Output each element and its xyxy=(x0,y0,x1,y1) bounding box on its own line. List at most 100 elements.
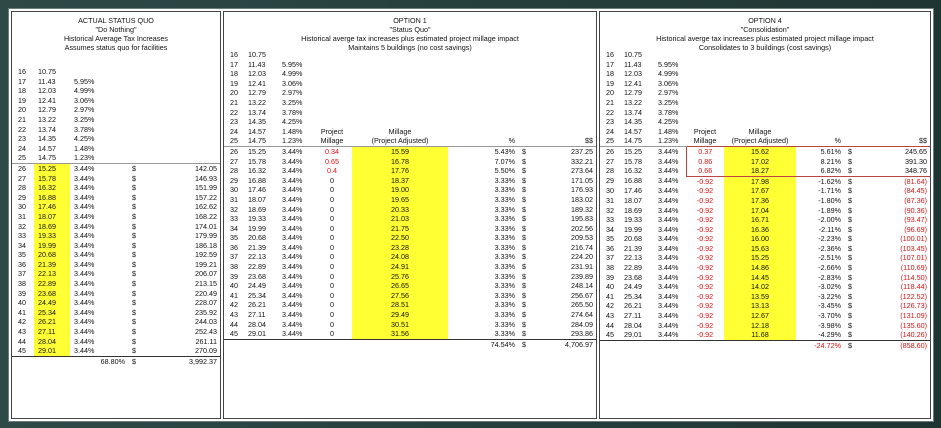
projected-value-cell: 23.68 xyxy=(248,271,266,281)
dollar-sign-cell: $ xyxy=(522,300,526,310)
project-adjusted-header: (Project Adjusted) xyxy=(371,136,429,146)
dollar-amount-cell: 237.25 xyxy=(530,145,596,157)
projection-row: 41 25.34 3.44% $235.92 xyxy=(12,307,220,318)
percent-cell: 3.06% xyxy=(282,78,303,88)
change-percent-cell: 3.33% xyxy=(494,214,515,224)
year-cell: 37 xyxy=(606,253,614,263)
projection-row: 32 18.69 3.44% $174.01 xyxy=(12,221,220,232)
projection-row: 28 16.32 3.44% 0.66 18.27 6.82% $348.76 xyxy=(600,166,930,177)
dollar-sign-cell: $ xyxy=(132,202,136,212)
dollar-amount-cell: 168.22 xyxy=(195,211,217,221)
value-cell: 14.35 xyxy=(38,134,56,144)
blank-cell xyxy=(140,115,220,125)
adjusted-millage-cell: 24.08 xyxy=(352,252,448,263)
dollar-amount-cell: 195.83 xyxy=(571,214,593,224)
value-cell: 10.75 xyxy=(624,50,642,59)
blank-cell xyxy=(448,108,516,118)
percent-cell: 3.44% xyxy=(282,290,303,300)
projection-row: 45 29.01 3.44% 0 31.56 3.33% $293.86 xyxy=(224,329,596,340)
percent-cell: 3.44% xyxy=(658,253,679,263)
percent-cell: 3.44% xyxy=(74,211,95,221)
dollar-sign-cell: $ xyxy=(848,272,852,282)
dollar-sign-cell: $ xyxy=(848,291,852,301)
dollar-sign-cell: $ xyxy=(848,253,852,263)
dollar-amount-cell: 209.53 xyxy=(571,233,593,243)
adjusted-millage-cell: 28.51 xyxy=(352,300,448,311)
blank-cell xyxy=(686,117,724,127)
project-millage-cell: 0 xyxy=(330,223,334,233)
value-cell: 11.43 xyxy=(38,76,56,86)
adjusted-millage-cell: 16.71 xyxy=(724,215,796,225)
value-cell: 12.79 xyxy=(624,88,642,98)
project-millage-cell: 0 xyxy=(330,185,334,195)
blank-cell xyxy=(352,79,448,89)
blank-cell xyxy=(796,117,842,127)
blank-cell xyxy=(140,105,220,115)
percent-cell: 3.44% xyxy=(282,252,303,262)
blank-cell xyxy=(224,338,244,350)
projection-row: 29 16.88 3.44% -0.92 17.98 -1.62% $ (81.64) xyxy=(600,176,930,187)
projected-value-cell: 18.07 xyxy=(34,211,70,222)
dollar-sign-cell: $ xyxy=(132,307,136,317)
projected-value-cell: 27.11 xyxy=(624,311,642,321)
project-millage-cell: -0.92 xyxy=(696,272,714,282)
panel-note: Assumes status quo for facilities xyxy=(64,43,168,52)
dollar-sign-cell: $ xyxy=(842,166,854,177)
adjusted-millage-cell: 26.65 xyxy=(352,281,448,291)
projected-value-cell: 19.99 xyxy=(34,240,70,251)
blank-cell xyxy=(352,50,448,60)
project-millage-cell: -0.92 xyxy=(696,253,714,263)
blank-cell xyxy=(796,98,842,108)
year-cell: 33 xyxy=(606,215,614,225)
year-cell: 42 xyxy=(606,301,614,311)
total-percent-cell: 74.54% xyxy=(448,338,516,350)
project-millage-cell: -0.92 xyxy=(696,186,714,196)
projected-value-cell: 18.07 xyxy=(624,195,642,205)
projection-row: 35 20.68 3.44% -0.92 16.00 -2.23% $ (100.01) xyxy=(600,234,930,244)
percent-cell: 3.25% xyxy=(282,97,303,107)
blank-cell xyxy=(530,117,596,127)
option-4-table: 16 10.75 17 11.43 5.95% 18 12.03 4.99% 19 12.41 3.… xyxy=(600,50,930,351)
change-percent-cell: 7.07% xyxy=(494,156,515,166)
change-percent-cell: 3.33% xyxy=(494,242,515,252)
percent-cell: 3.78% xyxy=(658,107,679,117)
percent-cell: 3.44% xyxy=(74,279,95,289)
percent-cell: 3.44% xyxy=(70,162,126,174)
project-millage-cell: 0.65 xyxy=(325,156,339,166)
blank-cell xyxy=(448,127,516,137)
percent-cell: 3.44% xyxy=(74,317,95,327)
dollar-amount-cell: 252.43 xyxy=(195,327,217,337)
projection-row: 44 28.04 3.44% $261.11 xyxy=(12,336,220,347)
percent-cell xyxy=(278,50,312,60)
base-row: 20 12.79 2.97% xyxy=(224,88,596,98)
blank-cell xyxy=(448,98,516,108)
year-cell: 16 xyxy=(230,50,238,59)
base-row: 16 10.75 xyxy=(12,67,220,77)
blank-cell xyxy=(126,144,140,154)
year-cell: 18 xyxy=(606,69,614,79)
value-cell: 13.22 xyxy=(248,97,266,107)
year-cell: 23 xyxy=(230,117,238,127)
percent-cell: 3.44% xyxy=(654,145,686,157)
adjusted-millage-cell: 15.62 xyxy=(724,145,796,157)
adjusted-millage-cell: 17.04 xyxy=(724,205,796,216)
percent-cell: 5.95% xyxy=(74,76,95,86)
projected-value-cell: 16.32 xyxy=(624,166,642,176)
change-percent-cell: -2.00% xyxy=(818,215,841,225)
projected-value-cell: 24.49 xyxy=(624,282,642,292)
adjusted-millage-cell: 15.59 xyxy=(352,145,448,157)
percent-cell: 3.44% xyxy=(74,307,95,317)
projection-row: 31 18.07 3.44% -0.92 17.36 -1.80% $ (87.36) xyxy=(600,195,930,206)
year-cell: 36 xyxy=(18,259,26,269)
percent-cell: 1.23% xyxy=(658,136,679,146)
percent-cell: 3.44% xyxy=(282,204,303,214)
percent-cell: 3.44% xyxy=(74,288,95,298)
percent-cell: 3.78% xyxy=(282,107,303,117)
percent-cell: 3.44% xyxy=(282,271,303,281)
value-cell: 14.75 xyxy=(38,153,56,163)
blank-cell xyxy=(530,60,596,70)
base-row: 20 12.79 2.97% xyxy=(600,88,930,98)
change-percent-cell: 3.33% xyxy=(494,300,515,310)
base-row: 22 13.74 3.78% xyxy=(12,125,220,135)
projection-row: 28 16.32 3.44% 0.4 17.76 5.50% $273.64 xyxy=(224,166,596,176)
